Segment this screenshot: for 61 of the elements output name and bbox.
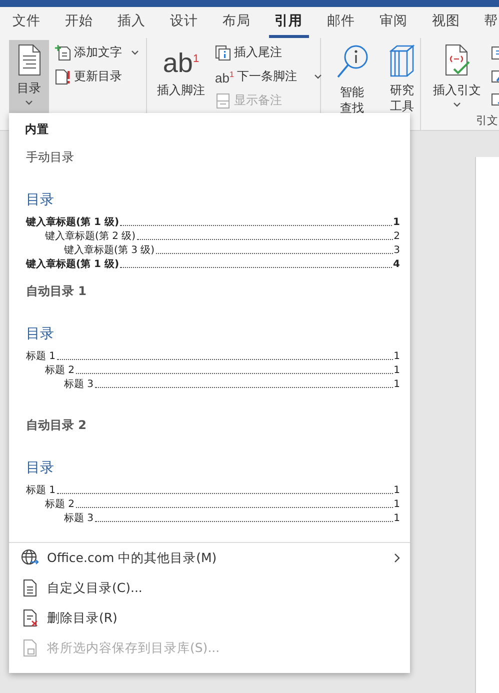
page-number: 4 (393, 258, 400, 271)
toc-heading: 目录 (26, 191, 55, 210)
ribbon-tab[interactable]: 设计 (158, 7, 210, 38)
ribbon-button[interactable]: ab$^{1}$ 下一条脚注 (215, 65, 322, 88)
page-number: 3 (394, 244, 400, 257)
gallery-item-title[interactable]: 自动目录 2 (26, 415, 400, 435)
page-number: 1 (394, 484, 400, 497)
ribbon-tab[interactable]: 插入 (105, 7, 158, 38)
ribbon-button[interactable]: 插入尾注 (215, 41, 322, 64)
toc-entry-text: 标题 1 (26, 350, 56, 363)
books-icon (387, 44, 417, 78)
toc-entry-text: 标题 3 (64, 512, 94, 525)
page-number: 1 (394, 364, 400, 377)
page-number: 1 (394, 498, 400, 511)
ribbon-button[interactable]: 添加文字 (55, 41, 139, 64)
ribbon-tab[interactable]: 开始 (52, 7, 105, 38)
toc-entry-text: 键入章标题(第 1 级) (26, 216, 120, 229)
document-save-icon (21, 639, 39, 657)
page-number: 1 (394, 350, 400, 363)
page-number: 1 (394, 378, 400, 391)
document-plus-icon (55, 44, 71, 60)
ribbon-button[interactable]: 更新目录 (55, 65, 139, 88)
toc-entry-text: 标题 2 (45, 364, 75, 377)
ribbon-tab[interactable]: 视图 (420, 7, 472, 38)
footnote-glyph: ab$^{1}$ (215, 68, 234, 86)
ribbon-tab[interactable]: 帮 (472, 7, 498, 38)
toc-heading: 目录 (26, 459, 55, 478)
menu-item[interactable]: 删除目录(R) (9, 603, 410, 633)
gallery-item-title[interactable]: 自动目录 1 (26, 281, 400, 301)
footnote-glyph: ab$^{1}$ (162, 47, 200, 78)
toc-entry-text: 键入章标题(第 2 级) (45, 230, 136, 243)
section-header: 内置 (24, 121, 50, 138)
ribbon-button[interactable]: 智能查找 (331, 40, 373, 113)
ribbon-button[interactable]: 插入引文 (429, 40, 485, 113)
menu-item[interactable]: Office.com 中的其他目录(M) (9, 543, 410, 573)
toc-entry-text: 键入章标题(第 3 级) (64, 244, 155, 257)
globe-icon (21, 549, 39, 567)
toc-entry-text: 标题 3 (64, 378, 94, 391)
ribbon-tab[interactable]: 审阅 (367, 7, 420, 38)
group-label: 引文 (475, 114, 499, 129)
ribbon-tab[interactable]: 邮件 (314, 7, 367, 38)
toc-entry-text: 标题 1 (26, 484, 56, 497)
magnifier-info-icon (335, 44, 369, 80)
toc-entry-text: 标题 2 (45, 498, 75, 511)
endnote-pages-icon (215, 44, 231, 60)
notes-page-icon (215, 92, 231, 108)
menu-item[interactable]: 自定义目录(C)... (9, 573, 410, 603)
ribbon-button[interactable]: 目录 (9, 40, 49, 113)
toc-entry-text: 键入章标题(第 1 级) (26, 258, 120, 271)
page-number: 1 (393, 216, 400, 229)
page-number: 1 (394, 512, 400, 525)
document-alert-icon (55, 68, 71, 84)
document-icon (21, 579, 39, 597)
page-number: 2 (394, 230, 400, 243)
document-delete-icon (21, 609, 39, 627)
toc-heading: 目录 (26, 325, 55, 344)
ribbon-tab[interactable]: 布局 (210, 7, 262, 38)
ribbon-button[interactable]: 研究工具 (383, 40, 421, 113)
ribbon-tab[interactable]: 文件 (0, 7, 52, 38)
gallery-item-title[interactable]: 手动目录 (26, 147, 400, 167)
ribbon-button[interactable]: ab$^{1}$ 插入脚注 (153, 40, 209, 113)
